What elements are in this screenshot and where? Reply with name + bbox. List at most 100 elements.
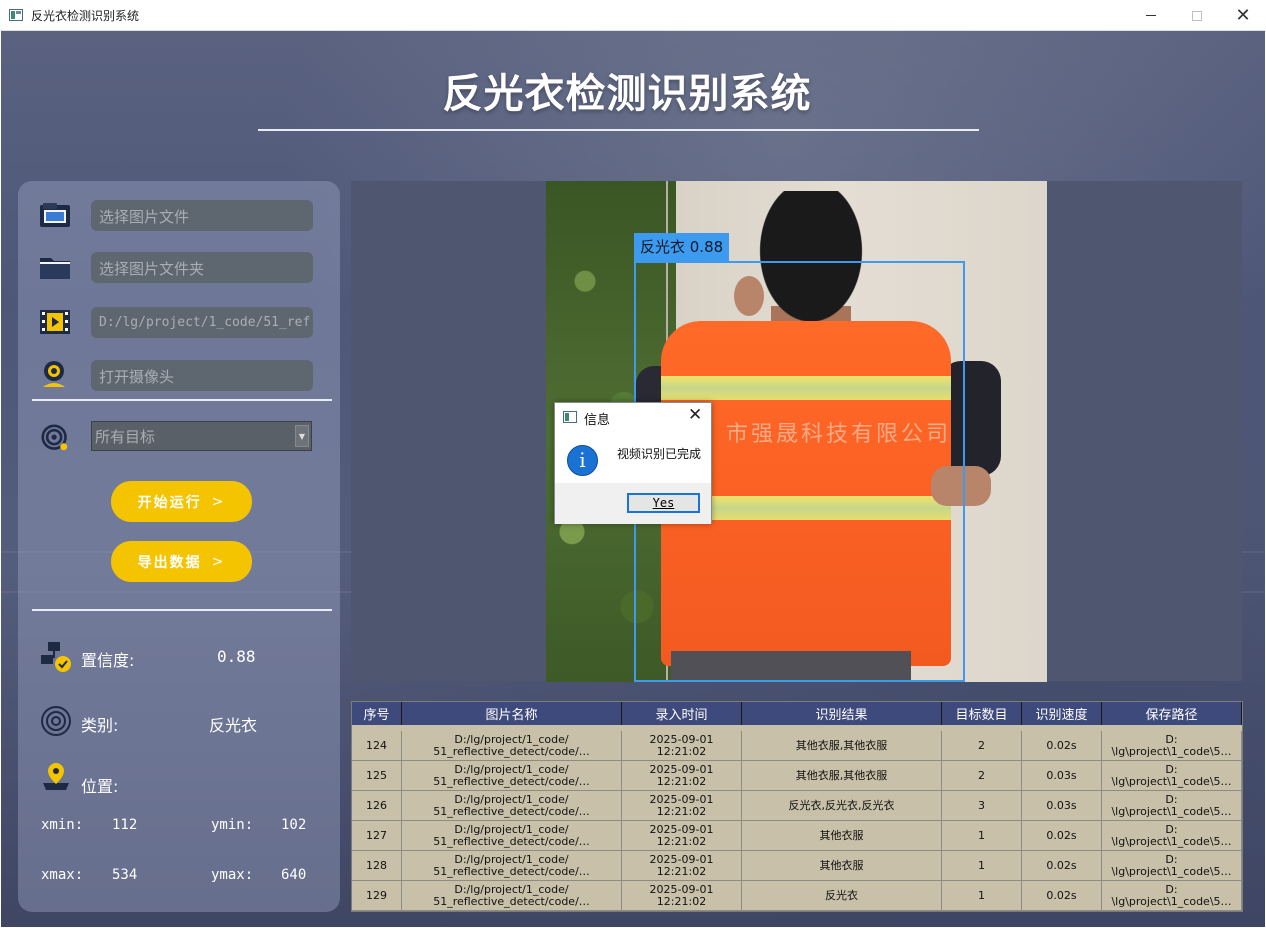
image-folder-input[interactable]: 选择图片文件夹	[91, 252, 313, 283]
target-select[interactable]: 所有目标 ▼	[91, 421, 312, 451]
cell-index: 124	[352, 731, 402, 761]
cell-save-path: D: \lg\project\1_code\5…	[1102, 791, 1242, 821]
maximize-button[interactable]	[1174, 0, 1220, 31]
cell-result: 其他衣服,其他衣服	[742, 761, 942, 791]
cell-count: 1	[942, 851, 1022, 881]
table-row[interactable]: 127 D:/lg/project/1_code/51_reflective_de…	[352, 821, 1242, 851]
cell-count: 2	[942, 731, 1022, 761]
cell-save-path-text: \lg\project\1_code\5…	[1111, 835, 1232, 848]
video-icon[interactable]	[39, 308, 71, 336]
cell-speed-text: 0.02s	[1046, 889, 1077, 902]
folder-icon[interactable]	[39, 253, 71, 281]
table-row[interactable]: 126 D:/lg/project/1_code/51_reflective_de…	[352, 791, 1242, 821]
cell-speed-text: 0.02s	[1046, 859, 1077, 872]
start-button-label: 开始运行	[137, 494, 202, 511]
column-header[interactable]: 图片名称	[402, 702, 622, 725]
cell-speed: 0.03s	[1022, 791, 1102, 821]
camera-input[interactable]: 打开摄像头	[91, 360, 313, 391]
cell-count-text: 1	[978, 889, 985, 902]
image-folder-icon[interactable]	[39, 201, 71, 229]
confidence-value: 0.88	[217, 647, 256, 666]
cell-index: 127	[352, 821, 402, 851]
column-header[interactable]: 保存路径	[1102, 702, 1242, 725]
cell-speed-text: 0.02s	[1046, 829, 1077, 842]
location-icon	[43, 763, 69, 790]
xmin-label: xmin:	[41, 817, 84, 833]
dialog-title: 信息	[584, 413, 611, 428]
cell-save-path: D: \lg\project\1_code\5…	[1102, 851, 1242, 881]
cell-save-path-text: \lg\project\1_code\5…	[1111, 865, 1232, 878]
cell-save-path-text: \lg\project\1_code\5…	[1111, 745, 1232, 758]
cell-result-text: 其他衣服,其他衣服	[795, 769, 888, 782]
ymax-value: 640	[281, 867, 307, 883]
minimize-button[interactable]	[1128, 0, 1174, 31]
panel-divider	[32, 399, 332, 401]
column-header[interactable]: 序号	[352, 702, 402, 725]
dialog-footer: Yes	[555, 483, 711, 524]
cell-result-text: 其他衣服	[819, 829, 864, 842]
column-header[interactable]: 目标数目	[942, 702, 1022, 725]
ymin-value: 102	[281, 817, 307, 833]
cell-index-text: 125	[366, 769, 387, 782]
detection-box-label: 反光衣 0.88	[634, 233, 730, 262]
chevron-down-icon[interactable]: ▼	[295, 425, 309, 447]
table-row[interactable]: 125 D:/lg/project/1_code/51_reflective_de…	[352, 761, 1242, 791]
minimize-icon	[1146, 15, 1156, 16]
yes-button[interactable]: Yes	[627, 493, 700, 513]
cell-index-text: 126	[366, 799, 387, 812]
cell-image-name: D:/lg/project/1_code/51_reflective_detec…	[402, 851, 622, 881]
cell-count-text: 1	[978, 859, 985, 872]
column-header[interactable]: 录入时间	[622, 702, 742, 725]
table-row[interactable]: 124 D:/lg/project/1_code/51_reflective_de…	[352, 731, 1242, 761]
cell-speed-text: 0.02s	[1046, 739, 1077, 752]
xmax-value: 534	[112, 867, 138, 883]
target-select-value: 所有目标	[95, 428, 156, 446]
cell-save-path: D: \lg\project\1_code\5…	[1102, 881, 1242, 911]
dialog-close-icon[interactable]: ✕	[688, 405, 702, 425]
table-row[interactable]: 128 D:/lg/project/1_code/51_reflective_de…	[352, 851, 1242, 881]
cell-time: 2025-09-01 12:21:02	[622, 761, 742, 791]
start-button[interactable]: 开始运行 >	[111, 481, 252, 522]
cell-index: 125	[352, 761, 402, 791]
cell-speed: 0.02s	[1022, 881, 1102, 911]
column-header[interactable]: 识别结果	[742, 702, 942, 725]
cell-result-text: 反光衣	[825, 889, 858, 902]
info-icon: i	[567, 445, 598, 476]
cell-image-name-text: 51_reflective_detect/code/…	[433, 745, 590, 758]
cell-time-text: 12:21:02	[656, 895, 707, 908]
info-dialog: 信息 ✕ i 视频识别已完成 Yes	[554, 402, 712, 524]
image-file-input[interactable]: 选择图片文件	[91, 200, 313, 231]
cell-speed-text: 0.03s	[1046, 769, 1077, 782]
cell-count-text: 3	[978, 799, 985, 812]
cell-image-name-text: 51_reflective_detect/code/…	[433, 805, 590, 818]
cell-time: 2025-09-01 12:21:02	[622, 791, 742, 821]
cell-count-text: 1	[978, 829, 985, 842]
cell-speed: 0.02s	[1022, 851, 1102, 881]
ymax-label: ymax:	[211, 867, 254, 883]
export-button[interactable]: 导出数据 >	[111, 541, 252, 582]
ymin-label: ymin:	[211, 817, 254, 833]
window-title: 反光衣检测识别系统	[31, 9, 140, 23]
cell-image-name-text: 51_reflective_detect/code/…	[433, 835, 590, 848]
cell-image-name-text: 51_reflective_detect/code/…	[433, 775, 590, 788]
camera-icon[interactable]	[39, 360, 71, 388]
results-table[interactable]: 序号 图片名称 录入时间 识别结果 目标数目 识别速度 保存路径 124 D:/lg/proj…	[351, 701, 1243, 912]
cell-time-text: 12:21:02	[656, 865, 707, 878]
class-label: 类别:	[81, 716, 119, 735]
cell-time-text: 12:21:02	[656, 775, 707, 788]
cell-speed: 0.02s	[1022, 731, 1102, 761]
column-header[interactable]: 识别速度	[1022, 702, 1102, 725]
cell-index-text: 127	[366, 829, 387, 842]
cell-result: 其他衣服,其他衣服	[742, 731, 942, 761]
cell-result-text: 反光衣,反光衣,反光衣	[788, 799, 895, 812]
video-path-input[interactable]: D:/lg/project/1_code/51_ref	[91, 307, 313, 338]
target-icon	[41, 424, 68, 451]
page-title: 反光衣检测识别系统	[442, 71, 812, 117]
class-value: 反光衣	[209, 716, 258, 735]
cell-index: 129	[352, 881, 402, 911]
table-row[interactable]: 129 D:/lg/project/1_code/51_reflective_de…	[352, 881, 1242, 911]
cell-time: 2025-09-01 12:21:02	[622, 731, 742, 761]
close-button[interactable]: ✕	[1220, 0, 1266, 31]
left-panel: 选择图片文件 选择图片文件夹 D:/lg/project/1_code/51_r…	[18, 181, 340, 912]
cell-result: 其他衣服	[742, 821, 942, 851]
